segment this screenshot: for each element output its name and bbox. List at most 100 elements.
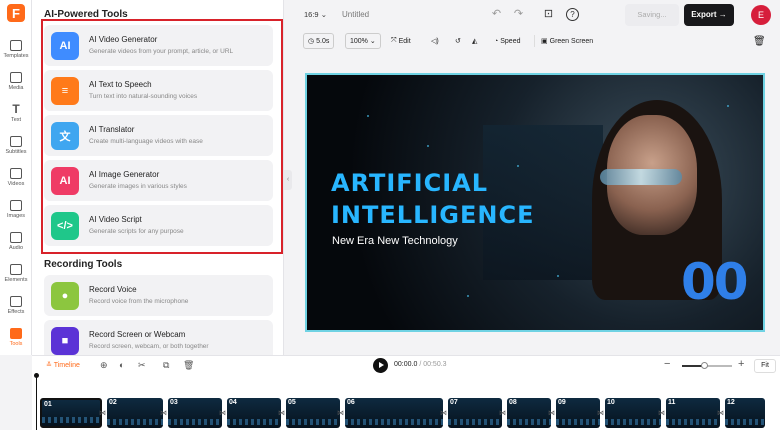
timeline-clip[interactable]: 04 bbox=[227, 398, 281, 428]
timeline-clip[interactable]: 01 bbox=[40, 398, 102, 428]
time-readout: 00:00.0 / 00:50.3 bbox=[394, 361, 447, 368]
rail-templates[interactable]: Templates bbox=[0, 38, 32, 66]
collapse-panel-handle[interactable]: ‹ bbox=[284, 170, 292, 190]
rail-tools[interactable]: Tools bbox=[0, 326, 32, 354]
clip-number: 05 bbox=[288, 399, 296, 406]
timeline-clip[interactable]: 09 bbox=[556, 398, 600, 428]
clip-number: 01 bbox=[44, 401, 52, 408]
transition-icon[interactable]: ⋈ bbox=[219, 409, 226, 417]
timeline-clip[interactable]: 10 bbox=[605, 398, 661, 428]
help-icon[interactable]: ? bbox=[566, 8, 579, 21]
transition-icon[interactable]: ⋈ bbox=[597, 409, 604, 417]
transition-icon[interactable]: ⋈ bbox=[337, 409, 344, 417]
chevron-down-icon: ⌄ bbox=[369, 38, 376, 45]
tool-card-record-screen[interactable]: ■ Record Screen or Webcam Record screen,… bbox=[44, 320, 273, 355]
playhead[interactable] bbox=[36, 375, 37, 430]
timeline-clip[interactable]: 02 bbox=[107, 398, 163, 428]
effects-icon bbox=[10, 296, 22, 307]
zoom-select[interactable]: 100% ⌄ bbox=[345, 33, 381, 49]
duration-control[interactable]: ◷ 5.0s bbox=[303, 33, 335, 49]
rail-text[interactable]: T Text bbox=[0, 102, 32, 130]
timeline-clip[interactable]: 05 bbox=[286, 398, 340, 428]
timeline-clip[interactable]: 12 bbox=[725, 398, 765, 428]
add-clip-icon[interactable]: ⊕ bbox=[100, 360, 108, 371]
transition-icon[interactable]: ⋈ bbox=[548, 409, 555, 417]
rail-images[interactable]: Images bbox=[0, 198, 32, 226]
clip-number: 06 bbox=[347, 399, 355, 406]
clip-number: 02 bbox=[109, 399, 117, 406]
clip-number: 07 bbox=[450, 399, 458, 406]
rail-videos[interactable]: Videos bbox=[0, 166, 32, 194]
speed-button[interactable]: ◔ Speed bbox=[494, 33, 520, 49]
rotate-icon: ↺ bbox=[455, 38, 461, 45]
toolbar-divider bbox=[534, 35, 535, 47]
app-logo[interactable]: F bbox=[7, 4, 25, 22]
flip-button[interactable]: ◭ bbox=[472, 33, 477, 49]
edit-button[interactable]: ⤧ Edit bbox=[391, 33, 411, 49]
particle bbox=[557, 275, 559, 277]
timeline-clip[interactable]: 06 bbox=[345, 398, 443, 428]
transition-icon[interactable]: ⋈ bbox=[717, 409, 724, 417]
export-button[interactable]: Export → bbox=[684, 4, 734, 26]
zoom-in-button[interactable]: + bbox=[738, 358, 744, 370]
rail-subtitles[interactable]: Subtitles bbox=[0, 134, 32, 162]
play-button[interactable] bbox=[373, 358, 388, 373]
clip-thumbnail-strip bbox=[107, 419, 163, 425]
duplicate-icon[interactable]: ⧉ bbox=[163, 360, 169, 371]
transition-icon[interactable]: ⋈ bbox=[658, 409, 665, 417]
scissors-icon[interactable]: ✂ bbox=[138, 360, 146, 371]
redo-icon[interactable]: ↷ bbox=[512, 8, 525, 21]
project-title[interactable]: Untitled bbox=[342, 10, 369, 19]
timeline-clip[interactable]: 07 bbox=[448, 398, 502, 428]
rail-effects[interactable]: Effects bbox=[0, 294, 32, 322]
rail-elements[interactable]: Elements bbox=[0, 262, 32, 290]
clip-thumbnail-strip bbox=[507, 419, 551, 425]
clip-thumbnail-strip bbox=[666, 419, 720, 425]
screenshot-icon[interactable]: ⊡ bbox=[542, 8, 555, 21]
transition-icon[interactable]: ⋈ bbox=[278, 409, 285, 417]
timeline-clip[interactable]: 08 bbox=[507, 398, 551, 428]
media-icon bbox=[10, 72, 22, 83]
rail-media[interactable]: Media bbox=[0, 70, 32, 98]
audio-button[interactable]: ◁) bbox=[431, 33, 439, 49]
aspect-ratio-select[interactable]: 16:9 ⌄ bbox=[304, 10, 327, 19]
delete-button[interactable]: 🗑 bbox=[753, 33, 766, 49]
clip-thumbnail-strip bbox=[227, 419, 281, 425]
clip-number: 10 bbox=[607, 399, 615, 406]
templates-icon bbox=[10, 40, 22, 51]
images-icon bbox=[10, 200, 22, 211]
clip-number: 09 bbox=[558, 399, 566, 406]
zoom-out-button[interactable]: − bbox=[664, 358, 670, 370]
clip-thumbnail-strip bbox=[725, 419, 765, 425]
microphone-icon: ● bbox=[51, 282, 79, 310]
transition-icon[interactable]: ⋈ bbox=[99, 409, 106, 417]
video-preview[interactable]: ARTIFICIAL INTELLIGENCE New Era New Tech… bbox=[305, 73, 765, 332]
rotate-button[interactable]: ↺ bbox=[455, 33, 461, 49]
avatar[interactable]: E bbox=[751, 5, 771, 25]
green-screen-button[interactable]: ▣ Green Screen bbox=[541, 33, 593, 49]
transition-icon[interactable]: ⋈ bbox=[499, 409, 506, 417]
highlight-box bbox=[41, 19, 283, 254]
clip-thumbnail-strip bbox=[605, 419, 661, 425]
transition-icon[interactable]: ⋈ bbox=[440, 409, 447, 417]
headline-line-1: ARTIFICIAL bbox=[331, 169, 489, 197]
green-screen-icon: ▣ bbox=[541, 38, 548, 45]
playhead-handle[interactable] bbox=[34, 373, 39, 378]
particle bbox=[467, 295, 469, 297]
delete-clip-icon[interactable]: 🗑 bbox=[183, 360, 194, 371]
transition-icon[interactable]: ⋈ bbox=[160, 409, 167, 417]
edit-icon: ⤧ bbox=[391, 37, 397, 44]
rail-audio[interactable]: Audio bbox=[0, 230, 32, 258]
clip-thumbnail-strip bbox=[556, 419, 600, 425]
tool-card-record-voice[interactable]: ● Record Voice Record voice from the mic… bbox=[44, 275, 273, 316]
undo-icon[interactable]: ↶ bbox=[490, 8, 503, 21]
timeline-toggle[interactable]: ≚ Timeline bbox=[46, 361, 80, 369]
headline-subtitle: New Era New Technology bbox=[332, 235, 458, 247]
big-number: 00 bbox=[681, 253, 749, 311]
zoom-slider-handle[interactable] bbox=[701, 362, 708, 369]
timeline-clip[interactable]: 03 bbox=[168, 398, 222, 428]
fit-button[interactable]: Fit bbox=[754, 359, 776, 373]
timeline-clip[interactable]: 11 bbox=[666, 398, 720, 428]
saving-status: Saving... bbox=[625, 4, 679, 26]
split-icon[interactable]: ◐ bbox=[119, 360, 124, 370]
